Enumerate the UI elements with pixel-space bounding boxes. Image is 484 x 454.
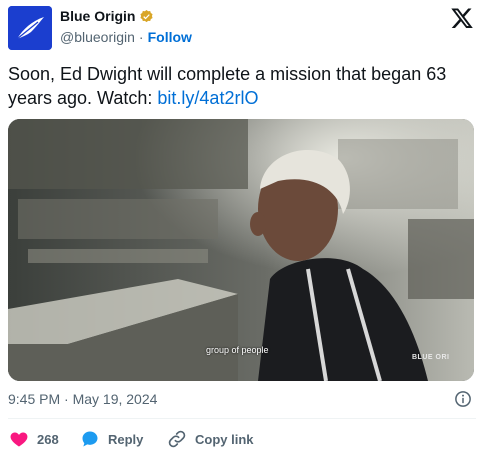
reply-bubble-icon xyxy=(82,431,98,447)
reply-label: Reply xyxy=(108,431,144,447)
display-name[interactable]: Blue Origin xyxy=(60,8,135,24)
copy-link-button[interactable]: Copy link xyxy=(167,429,254,449)
handle[interactable]: @blueorigin xyxy=(60,29,135,45)
video-subtitle: group of people xyxy=(206,345,269,355)
video-thumbnail[interactable]: group of people BLUE ORI xyxy=(8,119,474,381)
verified-badge-icon xyxy=(140,9,154,22)
heart-icon xyxy=(10,432,28,447)
handle-row: @blueorigin · Follow xyxy=(60,29,192,45)
like-count: 268 xyxy=(37,431,59,447)
reply-button[interactable]: Reply xyxy=(80,429,143,449)
tweet-text: Soon, Ed Dwight will complete a mission … xyxy=(8,62,478,110)
avatar[interactable] xyxy=(8,6,52,50)
link-icon xyxy=(168,430,186,448)
tweet-link[interactable]: bit.ly/4at2rlO xyxy=(157,88,258,108)
video-frame xyxy=(8,119,474,381)
info-icon[interactable] xyxy=(454,390,472,408)
timestamp[interactable]: 9:45 PM · May 19, 2024 xyxy=(8,391,157,407)
tweet-card: Blue Origin @blueorigin · Follow Soon, E… xyxy=(0,0,484,454)
copy-link-label: Copy link xyxy=(195,431,254,447)
x-logo-icon[interactable] xyxy=(450,6,474,30)
divider xyxy=(8,418,476,419)
like-button[interactable]: 268 xyxy=(9,429,59,449)
name-row: Blue Origin xyxy=(60,8,154,24)
separator: · xyxy=(138,29,144,45)
video-watermark: BLUE ORI xyxy=(412,354,450,361)
feather-logo-icon xyxy=(8,6,52,50)
follow-button[interactable]: Follow xyxy=(148,29,192,45)
